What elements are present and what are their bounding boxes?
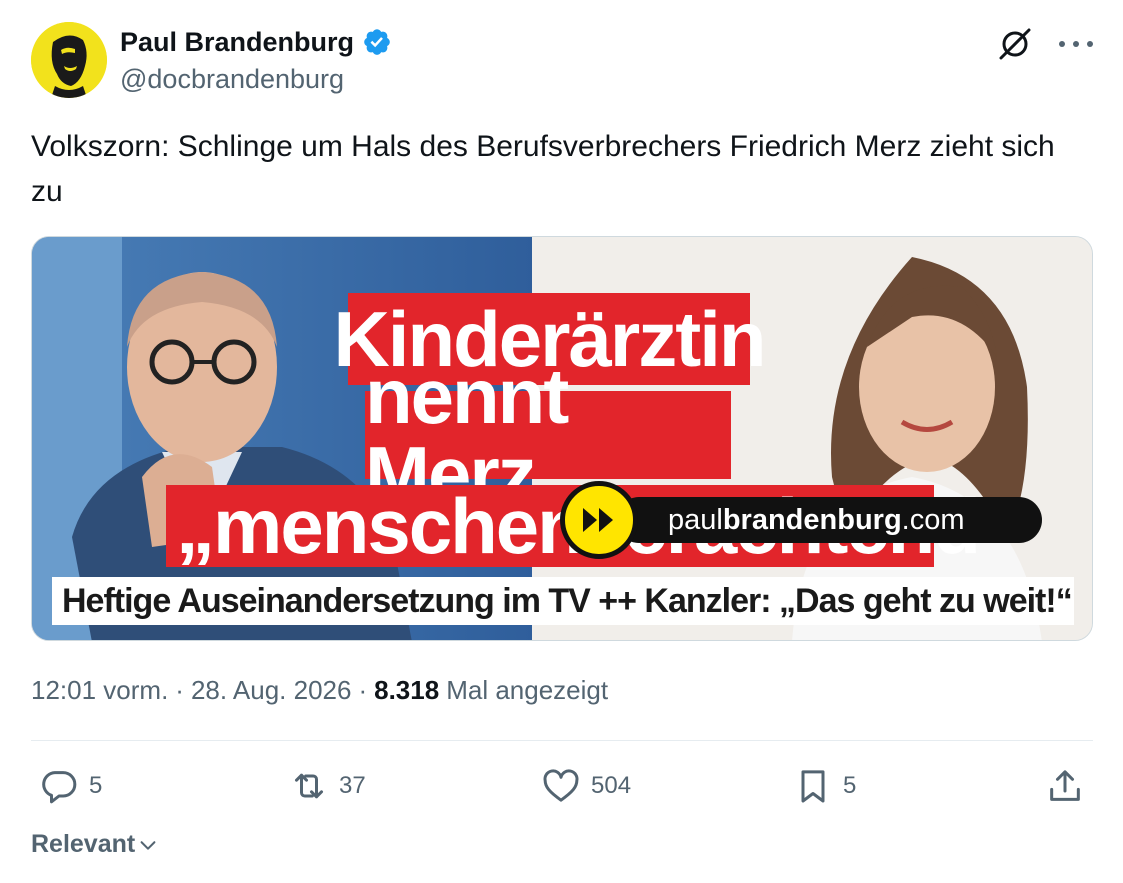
tweet-text: Volkszorn: Schlinge um Hals des Berufsve… [31, 130, 1055, 208]
like-count: 504 [591, 772, 632, 799]
meta-separator: · [175, 675, 184, 705]
reply-button[interactable]: 5 [39, 762, 102, 810]
bookmark-icon [801, 770, 825, 803]
repost-button[interactable]: 37 [289, 762, 366, 810]
sort-replies-dropdown[interactable]: Relevant [31, 830, 159, 859]
avatar[interactable] [31, 22, 107, 98]
bookmark-count: 5 [843, 772, 857, 799]
views-count: 8.318 [374, 675, 440, 705]
chevron-down-icon [140, 840, 156, 850]
tweet-time[interactable]: 12:01 vorm. [31, 675, 168, 706]
tweet-media-image[interactable]: Kinderärztin nennt Merz „menschenveracht… [31, 236, 1093, 641]
header-actions [997, 26, 1093, 62]
like-button[interactable]: 504 [541, 762, 631, 810]
author-display-name[interactable]: Paul Brandenburg [120, 24, 392, 60]
action-bar: 5 37 504 5 [31, 762, 1093, 812]
media-subline: Heftige Auseinandersetzung im TV ++ Kanz… [52, 577, 1074, 625]
verified-badge-icon[interactable] [362, 27, 392, 57]
watermark-text: paul brandenburg .com [616, 497, 1042, 543]
repost-count: 37 [339, 772, 366, 799]
watermark-bold: brandenburg [722, 503, 902, 536]
author-handle[interactable]: @docbrandenburg [120, 64, 392, 95]
author-name-text: Paul Brandenburg [120, 26, 355, 57]
reply-count: 5 [89, 772, 103, 799]
headline-line-2: nennt Merz [365, 357, 731, 513]
watermark-prefix: paul [668, 503, 723, 536]
play-forward-icon [560, 481, 638, 559]
sort-label: Relevant [31, 830, 136, 858]
like-icon [543, 769, 579, 802]
divider [31, 740, 1093, 741]
repost-icon [295, 773, 323, 799]
meta-separator-2: · [358, 675, 368, 705]
share-button[interactable] [1045, 762, 1085, 810]
reply-icon [42, 771, 77, 804]
grok-icon[interactable] [997, 26, 1033, 62]
tweet-date[interactable]: 28. Aug. 2026 [191, 675, 351, 706]
share-icon [1050, 770, 1080, 801]
tweet-meta: 12:01 vorm. · 28. Aug. 2026 · 8.318 Mal … [31, 675, 608, 706]
bookmark-button[interactable]: 5 [793, 762, 856, 810]
tweet-header: Paul Brandenburg @docbrandenburg [31, 22, 1093, 102]
watermark-suffix: .com [901, 503, 965, 536]
more-icon[interactable] [1059, 34, 1093, 54]
author-names: Paul Brandenburg @docbrandenburg [120, 24, 392, 95]
views-label: Mal angezeigt [446, 675, 609, 705]
